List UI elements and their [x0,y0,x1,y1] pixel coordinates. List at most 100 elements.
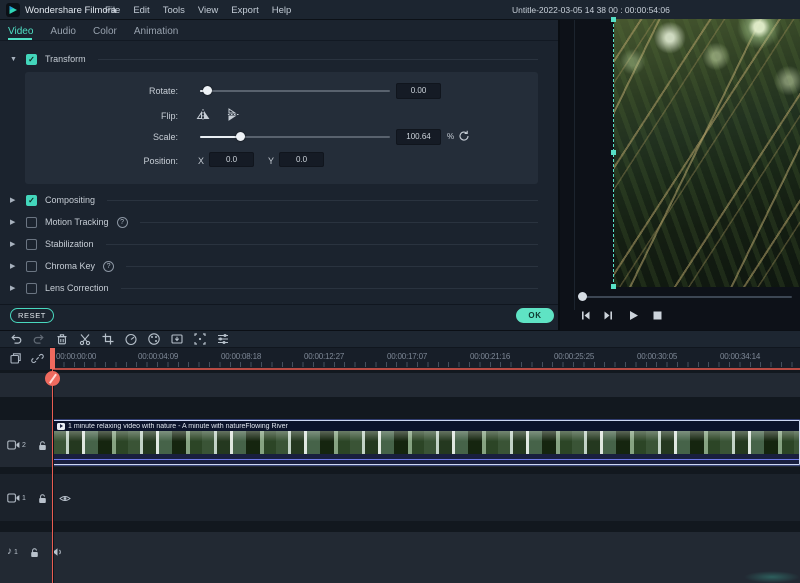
stop-button[interactable] [651,309,664,322]
section-stabilization[interactable]: ▶ Stabilization [10,237,538,251]
selection-handle-middle[interactable] [611,150,616,155]
section-lens-correction[interactable]: ▶ Lens Correction [10,281,538,295]
flip-horizontal-icon[interactable] [196,108,210,121]
track-manage-icon[interactable] [9,352,22,365]
transform-section-header[interactable]: ▼ ✓ Transform [10,52,538,66]
lens-correction-label: Lens Correction [45,283,109,293]
scale-value-field[interactable]: 100.64 [396,129,441,145]
rotate-slider-handle[interactable] [203,86,212,95]
selection-handle-bottom[interactable] [611,284,616,289]
panel-tabs: Video Audio Color Animation [8,24,178,38]
ok-button[interactable]: OK [516,308,554,323]
transform-controls-box [25,72,538,184]
ruler-timestamp: 00:00:08:18 [221,352,261,361]
clip-title-strip: 1 minute relaxing video with nature - A … [54,421,799,431]
clip-thumbnails [54,431,799,454]
clip-media-icon [57,423,65,430]
position-x-label: X [198,156,204,166]
panel-footer-divider [0,304,558,305]
position-x-field[interactable]: 0.0 [209,152,254,167]
expand-caret-icon[interactable]: ▶ [10,196,18,204]
scale-reset-icon[interactable] [458,130,470,142]
position-y-field[interactable]: 0.0 [279,152,324,167]
tab-animation[interactable]: Animation [134,26,178,37]
split-icon[interactable] [78,332,92,346]
previous-frame-button[interactable] [579,309,592,322]
scale-slider-handle[interactable] [236,132,245,141]
lock-track-icon[interactable] [29,547,40,558]
scale-unit-label: % [447,132,454,141]
section-divider-line [106,244,538,245]
lock-track-icon[interactable] [37,493,48,504]
lock-track-icon[interactable] [37,440,48,451]
next-frame-button[interactable] [602,309,615,322]
play-button[interactable] [627,309,640,322]
toggle-visibility-icon[interactable] [59,494,71,503]
tab-video[interactable]: Video [8,26,33,37]
menu-bar: File Edit Tools View Export Help [105,5,291,16]
reset-button[interactable]: RESET [10,308,54,323]
playhead-line[interactable] [52,369,53,583]
ruler-timestamp: 00:00:12:27 [304,352,344,361]
section-motion-tracking[interactable]: ▶ Motion Tracking ? [10,215,538,229]
track-row-video1[interactable]: 1 [0,474,800,521]
motion-track-icon[interactable] [193,332,207,346]
preview-seek-knob[interactable] [578,292,587,301]
compositing-checkbox[interactable]: ✓ [26,195,37,206]
speed-icon[interactable] [124,332,138,346]
menu-edit[interactable]: Edit [133,5,149,16]
chroma-key-checkbox[interactable] [26,261,37,272]
preview-inner-border [574,20,575,310]
scale-slider[interactable] [200,136,390,138]
link-clips-icon[interactable] [31,352,44,365]
tab-color[interactable]: Color [93,26,117,37]
help-icon[interactable]: ? [103,261,114,272]
expand-caret-icon[interactable]: ▶ [10,240,18,248]
playhead-handle[interactable] [45,371,60,386]
snapshot-icon[interactable] [170,332,184,346]
filmora-logo-icon [6,3,20,17]
collapse-caret-icon[interactable]: ▼ [10,56,18,63]
menu-view[interactable]: View [198,5,218,16]
tabs-divider [0,40,558,41]
selection-handle-top[interactable] [611,17,616,22]
crop-icon[interactable] [101,332,115,346]
motion-tracking-checkbox[interactable] [26,217,37,228]
undo-icon[interactable] [9,332,23,346]
preview-seek-bar[interactable] [580,296,792,298]
rotate-value-field[interactable]: 0.00 [396,83,441,99]
delete-icon[interactable] [55,332,69,346]
adjust-icon[interactable] [216,332,230,346]
flip-vertical-icon[interactable] [227,108,240,122]
menu-export[interactable]: Export [231,5,258,16]
expand-caret-icon[interactable]: ▶ [10,284,18,292]
section-compositing[interactable]: ▶ ✓ Compositing [10,193,538,207]
ruler-timestamp: 00:00:34:14 [720,352,760,361]
compositing-label: Compositing [45,195,95,205]
timeline-clip[interactable]: 1 minute relaxing video with nature - A … [53,420,800,465]
preview-video-frame[interactable] [614,19,800,287]
menu-help[interactable]: Help [272,5,292,16]
transform-checkbox[interactable]: ✓ [26,54,37,65]
section-chroma-key[interactable]: ▶ Chroma Key ? [10,259,538,273]
tab-audio[interactable]: Audio [50,26,76,37]
transform-label: Transform [45,54,86,64]
brand-title: Wondershare Filmora [25,5,116,16]
menu-file[interactable]: File [105,5,120,16]
help-icon[interactable]: ? [117,217,128,228]
track-row-audio1[interactable]: ♪ 1 [0,532,800,583]
audio-track-icon: ♪ [7,547,12,557]
stabilization-checkbox[interactable] [26,239,37,250]
expand-caret-icon[interactable]: ▶ [10,262,18,270]
lens-correction-checkbox[interactable] [26,283,37,294]
rotate-slider[interactable] [200,90,390,92]
video-track-icon [7,440,20,450]
timeline-ruler[interactable]: 00:00:00:00 00:00:04:09 00:00:08:18 00:0… [0,348,800,370]
playhead-ruler-bar[interactable] [50,348,55,369]
redo-icon[interactable] [32,332,46,346]
color-correction-icon[interactable] [147,332,161,346]
menu-tools[interactable]: Tools [163,5,185,16]
rotate-label: Rotate: [118,86,178,96]
expand-caret-icon[interactable]: ▶ [10,218,18,226]
motion-tracking-label: Motion Tracking [45,217,109,227]
